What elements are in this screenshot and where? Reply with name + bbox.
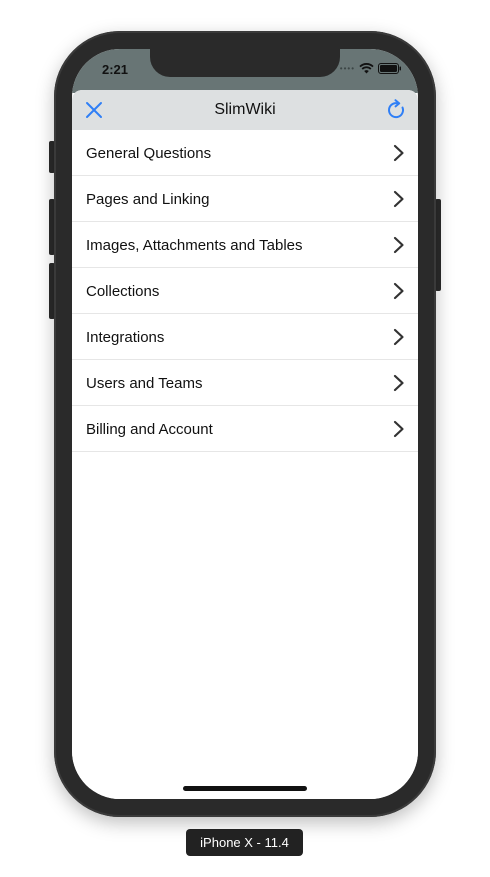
chevron-right-icon: [393, 282, 404, 300]
chevron-right-icon: [393, 144, 404, 162]
status-time: 2:21: [102, 62, 129, 77]
notch: [150, 49, 340, 77]
status-icons: ••••: [340, 63, 402, 74]
list-item-label: Pages and Linking: [86, 190, 210, 208]
help-topics-list: General Questions Pages and Linking Imag…: [72, 130, 418, 452]
list-item-images-attachments-tables[interactable]: Images, Attachments and Tables: [72, 222, 418, 268]
nav-title: SlimWiki: [214, 101, 276, 118]
list-item-collections[interactable]: Collections: [72, 268, 418, 314]
home-indicator[interactable]: [183, 786, 307, 791]
chevron-right-icon: [393, 420, 404, 438]
list-item-billing-and-account[interactable]: Billing and Account: [72, 406, 418, 452]
list-item-general-questions[interactable]: General Questions: [72, 130, 418, 176]
help-modal: SlimWiki General Questions Pages and Lin…: [72, 90, 418, 799]
cellular-dots-icon: ••••: [339, 64, 355, 73]
list-item-label: Users and Teams: [86, 374, 203, 392]
chevron-right-icon: [393, 190, 404, 208]
list-item-label: Images, Attachments and Tables: [86, 236, 303, 254]
refresh-button[interactable]: [384, 98, 408, 122]
list-item-users-and-teams[interactable]: Users and Teams: [72, 360, 418, 406]
chevron-right-icon: [393, 328, 404, 346]
simulator-device-label: iPhone X - 11.4: [186, 829, 303, 856]
battery-icon: [378, 63, 401, 74]
chevron-right-icon: [393, 374, 404, 392]
chevron-right-icon: [393, 236, 404, 254]
status-bar: 2:21 ••••: [72, 49, 418, 93]
close-icon: [86, 102, 102, 118]
list-item-label: Collections: [86, 282, 160, 300]
wifi-icon: [359, 63, 374, 74]
list-item-integrations[interactable]: Integrations: [72, 314, 418, 360]
refresh-icon: [388, 99, 404, 119]
device-screen: 2:21 •••• SlimWiki General Questions Pag…: [72, 49, 418, 799]
close-button[interactable]: [82, 98, 106, 122]
list-item-label: General Questions: [86, 144, 212, 162]
navigation-bar: SlimWiki: [72, 90, 418, 130]
list-item-pages-and-linking[interactable]: Pages and Linking: [72, 176, 418, 222]
list-item-label: Integrations: [86, 328, 165, 346]
simulator-stage: 2:21 •••• SlimWiki General Questions Pag…: [0, 0, 490, 877]
list-item-label: Billing and Account: [86, 420, 213, 438]
